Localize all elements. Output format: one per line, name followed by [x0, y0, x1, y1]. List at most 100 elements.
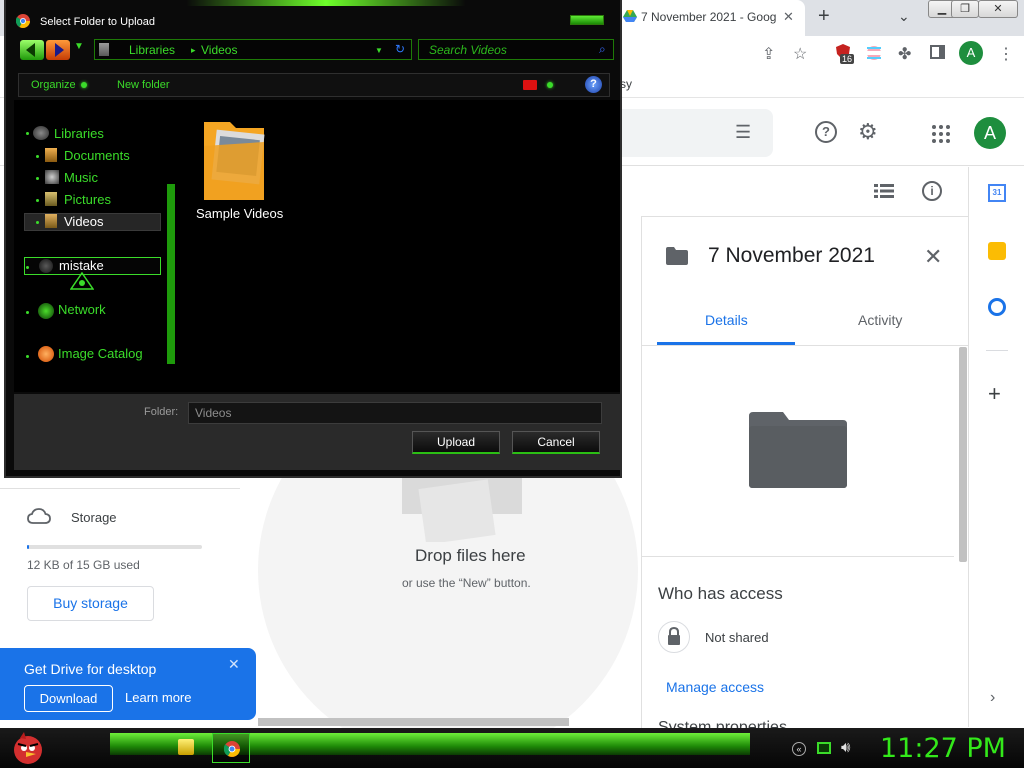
path-dropdown-icon[interactable]: ▼: [375, 46, 383, 55]
dialog-close-button[interactable]: [570, 15, 604, 25]
extension-badge: 16: [840, 54, 855, 64]
help-icon[interactable]: ?: [815, 121, 837, 143]
tab-close-button[interactable]: ✕: [783, 9, 794, 25]
start-button-angry-bird-icon[interactable]: [10, 730, 46, 766]
drive-profile-avatar[interactable]: A: [974, 117, 1006, 149]
folder-name-input[interactable]: Videos: [188, 402, 602, 424]
browser-menu-icon[interactable]: ⋮: [998, 44, 1014, 64]
tray-chevron-icon[interactable]: «: [792, 742, 806, 756]
maximize-button[interactable]: ❐: [951, 0, 979, 18]
refresh-icon[interactable]: ↻: [395, 42, 405, 56]
drive-favicon-icon: [623, 10, 637, 22]
promo-close-icon[interactable]: ✕: [228, 656, 240, 673]
tree-expander[interactable]: [36, 199, 39, 202]
computer-icon: [39, 259, 53, 273]
manage-access-link[interactable]: Manage access: [666, 679, 764, 695]
expand-panel-chevron-icon[interactable]: ›: [990, 689, 995, 707]
search-videos-input[interactable]: Search Videos ⌕: [418, 39, 614, 60]
recent-locations-chevron-icon[interactable]: ▼: [74, 41, 84, 52]
details-scrollbar[interactable]: [959, 347, 967, 562]
tree-expander[interactable]: [26, 355, 29, 358]
lock-icon: [658, 621, 690, 653]
mouse-cursor-icon: [70, 272, 94, 290]
storage-divider: [0, 488, 240, 489]
cancel-button[interactable]: Cancel: [512, 431, 600, 454]
keep-icon[interactable]: [988, 242, 1006, 260]
horizontal-scrollbar[interactable]: [258, 718, 569, 726]
tab-activity[interactable]: Activity: [858, 312, 902, 328]
buy-storage-button[interactable]: Buy storage: [27, 586, 154, 621]
bookmark-star-icon[interactable]: ☆: [793, 44, 807, 64]
tree-expander[interactable]: [36, 177, 39, 180]
folder-icon: [666, 247, 688, 265]
drive-desktop-promo: Get Drive for desktop ✕ Download Learn m…: [0, 648, 256, 720]
help-icon[interactable]: ?: [585, 76, 602, 93]
browser-tab[interactable]: 7 November 2021 - Goog ✕: [615, 0, 805, 36]
tree-item-libraries[interactable]: Libraries: [54, 126, 104, 141]
sample-videos-folder-icon[interactable]: [200, 112, 270, 204]
tree-item-image-catalog[interactable]: Image Catalog: [58, 346, 143, 361]
taskbar-clock[interactable]: 11:27 PM: [880, 733, 1006, 764]
forward-arrow-icon[interactable]: [46, 40, 70, 60]
list-view-icon[interactable]: [874, 183, 894, 199]
extension-pride-icon[interactable]: [866, 45, 882, 61]
breadcrumb-separator-icon: ▸: [191, 45, 196, 55]
volume-icon[interactable]: 🔊︎: [841, 739, 850, 756]
tree-item-pictures[interactable]: Pictures: [64, 192, 111, 207]
new-tab-button[interactable]: +: [818, 5, 830, 28]
calendar-icon[interactable]: 31: [988, 184, 1006, 202]
breadcrumb-libraries[interactable]: Libraries: [129, 43, 175, 57]
network-icon: [38, 303, 54, 319]
breadcrumb-videos[interactable]: Videos: [201, 43, 237, 57]
promo-download-button[interactable]: Download: [24, 685, 113, 712]
who-has-access-heading: Who has access: [658, 584, 783, 603]
storage-label: Storage: [71, 510, 117, 525]
tab-title: 7 November 2021 - Goog: [641, 10, 776, 24]
tree-item-music[interactable]: Music: [64, 170, 98, 185]
tray-monitor-icon[interactable]: [817, 742, 831, 754]
dialog-title-glow: [186, 0, 466, 6]
organize-button[interactable]: Organize: [31, 79, 76, 91]
window-close-button[interactable]: ✕: [978, 0, 1018, 18]
browser-profile-avatar[interactable]: A: [959, 41, 983, 65]
organize-dropdown-dot: [81, 82, 87, 88]
upload-button[interactable]: Upload: [412, 431, 500, 454]
tree-scrollbar-thumb[interactable]: [167, 184, 175, 364]
back-arrow-icon[interactable]: [20, 40, 44, 60]
tree-expander[interactable]: [26, 311, 29, 314]
drop-files-icon: [402, 474, 522, 542]
apps-grid-icon[interactable]: [932, 125, 950, 143]
search-options-icon[interactable]: ☰: [735, 122, 751, 143]
rail-divider: [986, 350, 1008, 351]
tree-expander[interactable]: [36, 221, 39, 224]
view-options-icon[interactable]: [523, 80, 537, 90]
tree-item-renaming[interactable]: mistake: [59, 258, 104, 273]
tree-expander[interactable]: [26, 266, 29, 269]
storage-usage-bar: [27, 545, 202, 549]
tab-search-chevron-icon[interactable]: ⌄: [898, 8, 910, 25]
tree-item-network[interactable]: Network: [58, 302, 106, 317]
info-icon[interactable]: i: [922, 181, 942, 201]
extensions-puzzle-icon[interactable]: ✤: [898, 44, 911, 64]
new-folder-button[interactable]: New folder: [117, 79, 170, 91]
address-bar[interactable]: Libraries ▸ Videos ▼ ↻: [94, 39, 412, 60]
view-dropdown-dot[interactable]: [547, 82, 553, 88]
tasks-icon[interactable]: [988, 298, 1006, 316]
get-addons-plus-icon[interactable]: +: [988, 381, 1001, 407]
folder-content-pane: [176, 100, 620, 392]
content-item-sample-videos[interactable]: Sample Videos: [196, 206, 283, 221]
side-panel-icon[interactable]: [930, 45, 945, 59]
chrome-taskbar-button[interactable]: [212, 733, 250, 763]
settings-gear-icon[interactable]: ⚙: [858, 119, 878, 145]
file-explorer-taskbar-icon[interactable]: [178, 739, 194, 755]
promo-learn-more-link[interactable]: Learn more: [125, 690, 191, 705]
tree-expander[interactable]: [26, 132, 29, 135]
tree-expander[interactable]: [36, 155, 39, 158]
tree-item-documents[interactable]: Documents: [64, 148, 130, 163]
share-icon[interactable]: ⇪: [762, 44, 775, 64]
search-icon[interactable]: ⌕: [599, 42, 606, 57]
tab-details[interactable]: Details: [705, 312, 748, 328]
tree-item-videos[interactable]: Videos: [64, 214, 104, 229]
cloud-icon: [27, 508, 51, 524]
details-close-icon[interactable]: ✕: [924, 244, 942, 270]
